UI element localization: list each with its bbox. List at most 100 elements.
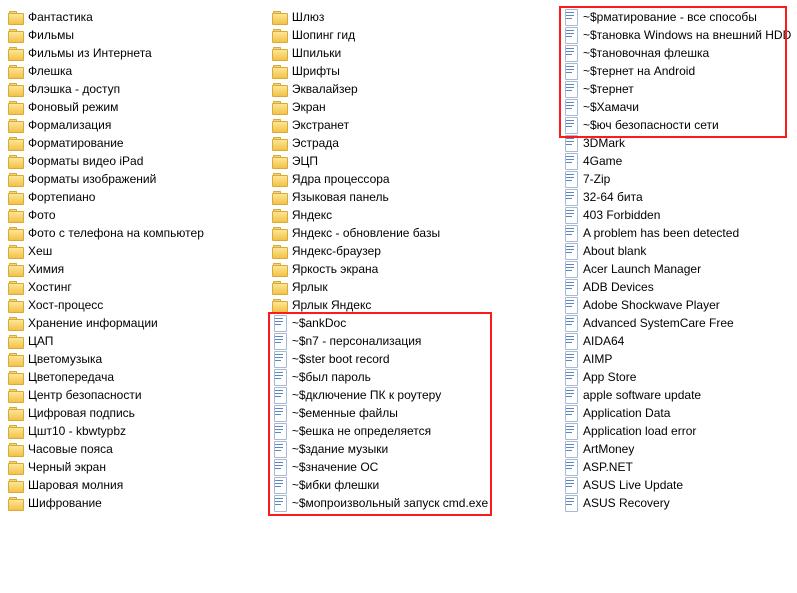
document-icon	[563, 315, 579, 331]
document-icon	[563, 81, 579, 97]
file-item[interactable]: ~$тернет	[561, 80, 791, 98]
file-item[interactable]: 3DMark	[561, 134, 791, 152]
file-item[interactable]: App Store	[561, 368, 791, 386]
folder-item[interactable]: Хост-процесс	[6, 296, 270, 314]
file-item[interactable]: ~$еменные файлы	[270, 404, 561, 422]
folder-item[interactable]: Экстранет	[270, 116, 561, 134]
folder-item[interactable]: Фоновый режим	[6, 98, 270, 116]
folder-item[interactable]: Эстрада	[270, 134, 561, 152]
folder-icon	[8, 153, 24, 169]
file-item[interactable]: AIDA64	[561, 332, 791, 350]
folder-item[interactable]: Цшт10 - kbwtypbz	[6, 422, 270, 440]
folder-icon	[8, 45, 24, 61]
folder-item[interactable]: Цветомузыка	[6, 350, 270, 368]
folder-item[interactable]: Шлюз	[270, 8, 561, 26]
file-item[interactable]: Adobe Shockwave Player	[561, 296, 791, 314]
folder-item[interactable]: Флешка	[6, 62, 270, 80]
folder-item[interactable]: ЭЦП	[270, 152, 561, 170]
item-label: Флешка	[28, 64, 72, 78]
folder-item[interactable]: Шифрование	[6, 494, 270, 512]
folder-item[interactable]: Фото с телефона на компьютер	[6, 224, 270, 242]
folder-item[interactable]: Форматирование	[6, 134, 270, 152]
folder-icon	[8, 495, 24, 511]
item-label: AIDA64	[583, 334, 624, 348]
folder-item[interactable]: Ярлык Яндекс	[270, 296, 561, 314]
folder-item[interactable]: Центр безопасности	[6, 386, 270, 404]
file-item[interactable]: ~$ешка не определяется	[270, 422, 561, 440]
file-item[interactable]: 7-Zip	[561, 170, 791, 188]
document-icon	[272, 477, 288, 493]
file-item[interactable]: ASUS Recovery	[561, 494, 791, 512]
folder-item[interactable]: Экран	[270, 98, 561, 116]
file-item[interactable]: 4Game	[561, 152, 791, 170]
folder-item[interactable]: Хеш	[6, 242, 270, 260]
folder-item[interactable]: Ярлык	[270, 278, 561, 296]
folder-item[interactable]: Флэшка - доступ	[6, 80, 270, 98]
file-item[interactable]: ~$рматирование - все способы	[561, 8, 791, 26]
file-item[interactable]: ASP.NET	[561, 458, 791, 476]
folder-item[interactable]: Яркость экрана	[270, 260, 561, 278]
file-item[interactable]: ASUS Live Update	[561, 476, 791, 494]
folder-item[interactable]: Шаровая молния	[6, 476, 270, 494]
file-item[interactable]: ~$юч безопасности сети	[561, 116, 791, 134]
file-item[interactable]: Acer Launch Manager	[561, 260, 791, 278]
document-icon	[272, 351, 288, 367]
file-item[interactable]: ~$тернет на Android	[561, 62, 791, 80]
file-item[interactable]: Application Data	[561, 404, 791, 422]
folder-item[interactable]: Черный экран	[6, 458, 270, 476]
folder-icon	[272, 9, 288, 25]
folder-item[interactable]: Цветопередача	[6, 368, 270, 386]
folder-item[interactable]: Яндекс - обновление базы	[270, 224, 561, 242]
file-item[interactable]: AIMP	[561, 350, 791, 368]
item-label: ~$тернет	[583, 82, 634, 96]
folder-item[interactable]: ЦАП	[6, 332, 270, 350]
document-icon	[563, 27, 579, 43]
file-item[interactable]: ArtMoney	[561, 440, 791, 458]
folder-item[interactable]: Фортепиано	[6, 188, 270, 206]
folder-item[interactable]: Фантастика	[6, 8, 270, 26]
file-item[interactable]: ~$Хамачи	[561, 98, 791, 116]
folder-item[interactable]: Фильмы	[6, 26, 270, 44]
folder-item[interactable]: Ядра процессора	[270, 170, 561, 188]
file-item[interactable]: 403 Forbidden	[561, 206, 791, 224]
file-item[interactable]: ~$n7 - персонализация	[270, 332, 561, 350]
folder-item[interactable]: Хостинг	[6, 278, 270, 296]
file-item[interactable]: 32-64 бита	[561, 188, 791, 206]
file-item[interactable]: ~$тановка Windows на внешний HDD	[561, 26, 791, 44]
file-item[interactable]: ~$мопроизвольный запуск cmd.exe	[270, 494, 561, 512]
folder-item[interactable]: Языковая панель	[270, 188, 561, 206]
file-item[interactable]: apple software update	[561, 386, 791, 404]
file-item[interactable]: ~$здание музыки	[270, 440, 561, 458]
folder-item[interactable]: Шрифты	[270, 62, 561, 80]
file-item[interactable]: ~$тановочная флешка	[561, 44, 791, 62]
folder-item[interactable]: Форматы изображений	[6, 170, 270, 188]
folder-item[interactable]: Химия	[6, 260, 270, 278]
folder-item[interactable]: Фото	[6, 206, 270, 224]
folder-item[interactable]: Часовые пояса	[6, 440, 270, 458]
folder-item[interactable]: Цифровая подпись	[6, 404, 270, 422]
folder-item[interactable]: Яндекс-браузер	[270, 242, 561, 260]
folder-item[interactable]: Эквалайзер	[270, 80, 561, 98]
item-label: Флэшка - доступ	[28, 82, 120, 96]
file-item[interactable]: ~$ибки флешки	[270, 476, 561, 494]
file-item[interactable]: ~$был пароль	[270, 368, 561, 386]
folder-item[interactable]: Хранение информации	[6, 314, 270, 332]
file-item[interactable]: ~$ster boot record	[270, 350, 561, 368]
item-label: ~$здание музыки	[292, 442, 388, 456]
folder-item[interactable]: Шопинг гид	[270, 26, 561, 44]
folder-item[interactable]: Шпильки	[270, 44, 561, 62]
file-item[interactable]: Advanced SystemCare Free	[561, 314, 791, 332]
item-label: ArtMoney	[583, 442, 634, 456]
file-item[interactable]: A problem has been detected	[561, 224, 791, 242]
document-icon	[563, 189, 579, 205]
folder-item[interactable]: Яндекс	[270, 206, 561, 224]
folder-item[interactable]: Фильмы из Интернета	[6, 44, 270, 62]
file-item[interactable]: About blank	[561, 242, 791, 260]
file-item[interactable]: ~$значение ОС	[270, 458, 561, 476]
file-item[interactable]: ~$ankDoc	[270, 314, 561, 332]
file-item[interactable]: ~$дключение ПК к роутеру	[270, 386, 561, 404]
folder-item[interactable]: Формализация	[6, 116, 270, 134]
file-item[interactable]: Application load error	[561, 422, 791, 440]
file-item[interactable]: ADB Devices	[561, 278, 791, 296]
folder-item[interactable]: Форматы видео iPad	[6, 152, 270, 170]
